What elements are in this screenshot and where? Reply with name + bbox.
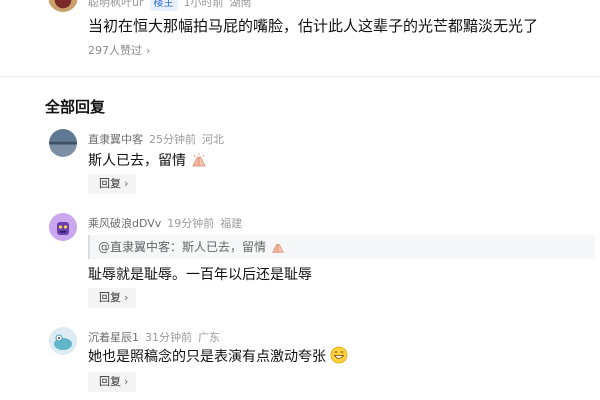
location: 湖南	[229, 0, 252, 9]
avatar[interactable]	[49, 327, 77, 355]
reply-button-label: 回复	[99, 375, 121, 388]
grinning-face-icon	[331, 346, 348, 364]
clapping-hands-icon	[272, 244, 284, 253]
clapping-hands-icon	[192, 153, 207, 167]
location: 福建	[220, 217, 243, 230]
username[interactable]: 直隶翼中客	[88, 133, 143, 146]
reply-button[interactable]: 回复 ›	[88, 288, 136, 308]
reply-button[interactable]: 回复 ›	[88, 174, 136, 194]
timestamp: 19分钟前	[167, 217, 215, 230]
reply-text: 斯人已去，留情	[88, 150, 208, 170]
reply-button[interactable]: 回复 ›	[88, 372, 136, 392]
reply-text: 她也是照稿念的只是表演有点激动夸张	[88, 346, 348, 366]
avatar[interactable]	[48, 0, 78, 12]
location: 广东	[198, 331, 220, 344]
username[interactable]: 沉着星辰1	[88, 331, 139, 344]
reply-text-content: 斯人已去，留情	[88, 153, 186, 169]
reply-text-content: 她也是照稿念的只是表演有点激动夸张	[88, 349, 326, 365]
location: 河北	[202, 133, 224, 146]
timestamp: 1小时前	[183, 0, 224, 9]
cartoon-avatar-icon	[49, 213, 77, 241]
comment-text: 当初在恒大那幅拍马屁的嘴脸，估计此人这辈子的光芒都黯淡无光了	[88, 17, 539, 35]
likes-count: 297人赞过	[88, 44, 142, 57]
reply-meta: 直隶翼中客 25分钟前 河北	[88, 131, 224, 147]
comment-meta: 聪明枫叶ur 楼主 1小时前 湖南	[88, 0, 252, 11]
chevron-right-icon: ›	[124, 291, 129, 304]
chevron-right-icon: ›	[124, 375, 129, 388]
quoted-reply: @直隶翼中客：斯人已去，留情	[88, 235, 595, 259]
avatar[interactable]	[49, 213, 77, 241]
likes-link[interactable]: 297人赞过 ›	[88, 42, 150, 58]
reply-meta: 沉着星辰1 31分钟前 广东	[88, 329, 220, 345]
chevron-right-icon: ›	[124, 177, 129, 190]
timestamp: 31分钟前	[145, 331, 192, 344]
divider	[0, 76, 600, 77]
timestamp: 25分钟前	[149, 133, 196, 146]
username[interactable]: 乘风破浪dDVv	[88, 217, 161, 230]
cartoon-avatar-icon	[49, 327, 77, 355]
avatar[interactable]	[49, 129, 77, 157]
op-badge: 楼主	[149, 0, 178, 11]
quoted-text: @直隶翼中客：斯人已去，留情	[98, 240, 267, 254]
section-title: 全部回复	[45, 98, 106, 116]
reply-meta: 乘风破浪dDVv 19分钟前 福建	[88, 215, 242, 231]
reply-button-label: 回复	[99, 291, 121, 304]
chevron-right-icon: ›	[146, 44, 151, 57]
reply-button-label: 回复	[99, 177, 121, 190]
reply-text: 耻辱就是耻辱。一百年以后还是耻辱	[88, 267, 312, 283]
username[interactable]: 聪明枫叶ur	[88, 0, 144, 9]
